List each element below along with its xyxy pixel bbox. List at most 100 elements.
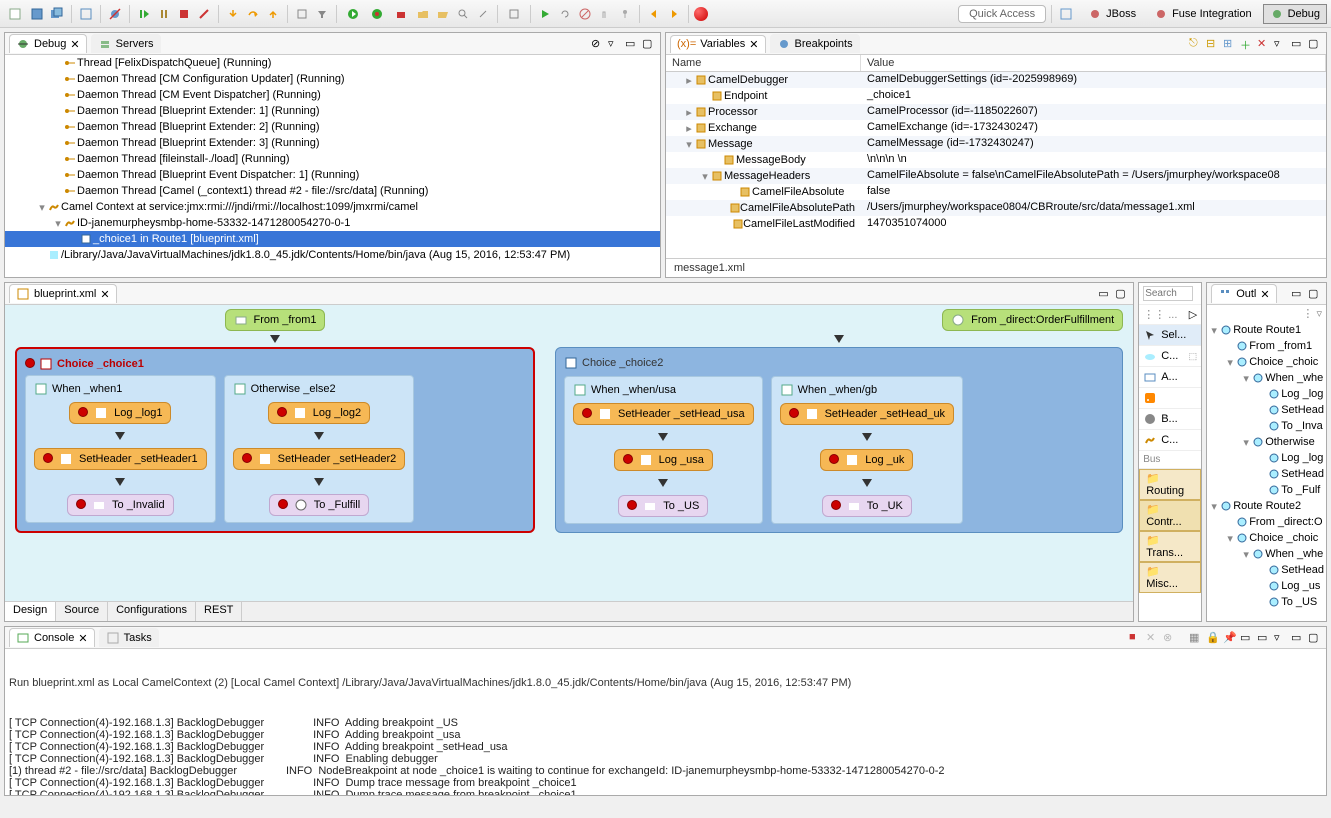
- outline-row[interactable]: ▾Choice _choic: [1207, 354, 1326, 370]
- variable-row[interactable]: ▾ MessageHeadersCamelFileAbsolute = fals…: [666, 168, 1326, 184]
- debug-row[interactable]: Daemon Thread [CM Configuration Updater]…: [5, 71, 660, 87]
- open-icon[interactable]: [434, 5, 452, 23]
- outline-row[interactable]: To _Inva: [1207, 418, 1326, 434]
- node-log-uk[interactable]: Log _uk: [820, 449, 913, 471]
- node-log-usa[interactable]: Log _usa: [614, 449, 713, 471]
- expand-icon[interactable]: [503, 5, 525, 23]
- col-value-header[interactable]: Value: [861, 55, 1326, 71]
- tab-tasks[interactable]: Tasks: [99, 628, 159, 647]
- col-name-header[interactable]: Name: [666, 55, 861, 71]
- minimize-icon[interactable]: ▭: [1291, 37, 1305, 51]
- maximize-icon[interactable]: ▢: [1308, 37, 1322, 51]
- node-log2[interactable]: Log _log2: [268, 402, 370, 424]
- delete-icon[interactable]: ✕: [1257, 37, 1271, 51]
- outline-row[interactable]: SetHead: [1207, 402, 1326, 418]
- filter-button[interactable]: [313, 5, 331, 23]
- resume-button[interactable]: [135, 5, 153, 23]
- remove-all-icon[interactable]: ⊗: [1163, 631, 1177, 645]
- variable-row[interactable]: CamelFileAbsolutePath/Users/jmurphey/wor…: [666, 200, 1326, 216]
- outline-row[interactable]: ▾Route Route1: [1207, 322, 1326, 338]
- debug-row[interactable]: Daemon Thread [Camel (_context1) thread …: [5, 183, 660, 199]
- node-log1[interactable]: Log _log1: [69, 402, 171, 424]
- remove-terminated-icon[interactable]: ⊘: [591, 37, 605, 51]
- clear-icon[interactable]: ▦: [1189, 631, 1203, 645]
- tab-servers[interactable]: Servers: [91, 34, 161, 53]
- step-over-button[interactable]: [244, 5, 262, 23]
- node-from1[interactable]: From _from1: [225, 309, 326, 331]
- editor-tab-source[interactable]: Source: [56, 602, 108, 621]
- outline-row[interactable]: From _direct:O: [1207, 514, 1326, 530]
- outline-row[interactable]: ▾Choice _choic: [1207, 530, 1326, 546]
- palette-item-b[interactable]: B...: [1139, 409, 1201, 430]
- save-button[interactable]: [28, 5, 46, 23]
- variable-row[interactable]: Endpoint_choice1: [666, 88, 1326, 104]
- node-when1[interactable]: When _when1 Log _log1 SetHeader _setHead…: [25, 375, 216, 523]
- pin-console-icon[interactable]: 📌: [1223, 631, 1237, 645]
- palette-search[interactable]: [1143, 286, 1193, 301]
- debug-tree[interactable]: Thread [FelixDispatchQueue] (Running)Dae…: [5, 55, 660, 277]
- node-sethead-usa[interactable]: SetHeader _setHead_usa: [573, 403, 754, 425]
- debug-row[interactable]: Daemon Thread [Blueprint Extender: 3] (R…: [5, 135, 660, 151]
- maximize-icon[interactable]: ▢: [1308, 631, 1322, 645]
- skip-breakpoints-icon[interactable]: [106, 5, 124, 23]
- variable-row[interactable]: MessageBody\n\n\n \n: [666, 152, 1326, 168]
- node-else2[interactable]: Otherwise _else2 Log _log2 SetHeader _se…: [224, 375, 415, 523]
- collapse-icon[interactable]: ⊟: [1206, 37, 1220, 51]
- view-menu-icon[interactable]: ▿: [1274, 37, 1288, 51]
- add-icon[interactable]: ＋: [1240, 37, 1254, 51]
- tab-breakpoints[interactable]: Breakpoints: [770, 34, 860, 53]
- pin-icon[interactable]: [616, 5, 634, 23]
- outline-row[interactable]: To _Fulf: [1207, 482, 1326, 498]
- outline-row[interactable]: SetHead: [1207, 562, 1326, 578]
- minimize-icon[interactable]: ▭: [625, 37, 639, 51]
- drawer-routing[interactable]: 📁 Routing: [1139, 469, 1201, 500]
- debug-row[interactable]: Daemon Thread [Blueprint Extender: 1] (R…: [5, 103, 660, 119]
- node-choice1[interactable]: Choice _choice1 When _when1 Log _log1 Se…: [15, 347, 535, 533]
- minimize-icon[interactable]: ▭: [1098, 287, 1112, 301]
- debug-row[interactable]: Thread [FelixDispatchQueue] (Running): [5, 55, 660, 71]
- outline-row[interactable]: SetHead: [1207, 466, 1326, 482]
- debug-row[interactable]: _choice1 in Route1 [blueprint.xml]: [5, 231, 660, 247]
- palette-item-rss[interactable]: [1139, 388, 1201, 409]
- variable-row[interactable]: ▸ CamelDebuggerCamelDebuggerSettings (id…: [666, 72, 1326, 88]
- variable-row[interactable]: ▸ ExchangeCamelExchange (id=-1732430247): [666, 120, 1326, 136]
- palette-item-c[interactable]: C... ⬚: [1139, 346, 1201, 367]
- external-tools-button[interactable]: [390, 5, 412, 23]
- view-menu-icon[interactable]: ▿: [608, 37, 622, 51]
- debug-row[interactable]: ▾ID-janemurpheysmbp-home-53332-147128005…: [5, 215, 660, 231]
- drop-frame-button[interactable]: [293, 5, 311, 23]
- outline-row[interactable]: ▾When _whe: [1207, 370, 1326, 386]
- folder-icon[interactable]: [414, 5, 432, 23]
- editor-canvas[interactable]: From _from1 Choice _choice1 When _when1 …: [5, 305, 1133, 601]
- tab-console[interactable]: Console ✕: [9, 628, 95, 647]
- palette-item-a[interactable]: A...: [1139, 367, 1201, 388]
- step-return-button[interactable]: [264, 5, 282, 23]
- node-to-us[interactable]: To _US: [618, 495, 708, 517]
- minimize-icon[interactable]: ▭: [1291, 287, 1305, 301]
- drawer-misc[interactable]: 📁 Misc...: [1139, 562, 1201, 593]
- run-button[interactable]: [342, 5, 364, 23]
- outline-row[interactable]: ▾Route Route2: [1207, 498, 1326, 514]
- perspective-debug[interactable]: Debug: [1263, 4, 1327, 24]
- palette-item-c2[interactable]: C...: [1139, 430, 1201, 451]
- drawer-control[interactable]: 📁 Contr...: [1139, 500, 1201, 531]
- show-type-icon[interactable]: ⎋: [1189, 37, 1203, 51]
- tree-icon[interactable]: ⊞: [1223, 37, 1237, 51]
- debug-row[interactable]: Daemon Thread [Blueprint Event Dispatche…: [5, 167, 660, 183]
- stop-icon[interactable]: ■: [1129, 631, 1143, 645]
- step-into-button[interactable]: [224, 5, 242, 23]
- forward-button[interactable]: [665, 5, 683, 23]
- view-menu-icon[interactable]: ▿: [1274, 631, 1288, 645]
- node-setheader2[interactable]: SetHeader _setHeader2: [233, 448, 406, 470]
- perspective-button[interactable]: [77, 5, 95, 23]
- node-to-fulfill[interactable]: To _Fulfill: [269, 494, 369, 516]
- debug-row[interactable]: /Library/Java/JavaVirtualMachines/jdk1.8…: [5, 247, 660, 263]
- hand-icon[interactable]: [596, 5, 614, 23]
- quick-access-field[interactable]: Quick Access: [958, 5, 1046, 23]
- debug-row[interactable]: Daemon Thread [Blueprint Extender: 2] (R…: [5, 119, 660, 135]
- open-console-icon[interactable]: ▭: [1257, 631, 1271, 645]
- variables-table[interactable]: ▸ CamelDebuggerCamelDebuggerSettings (id…: [666, 72, 1326, 258]
- scroll-lock-icon[interactable]: 🔒: [1206, 631, 1220, 645]
- variable-row[interactable]: CamelFileLastModified1470351074000: [666, 216, 1326, 232]
- display-selected-icon[interactable]: ▭: [1240, 631, 1254, 645]
